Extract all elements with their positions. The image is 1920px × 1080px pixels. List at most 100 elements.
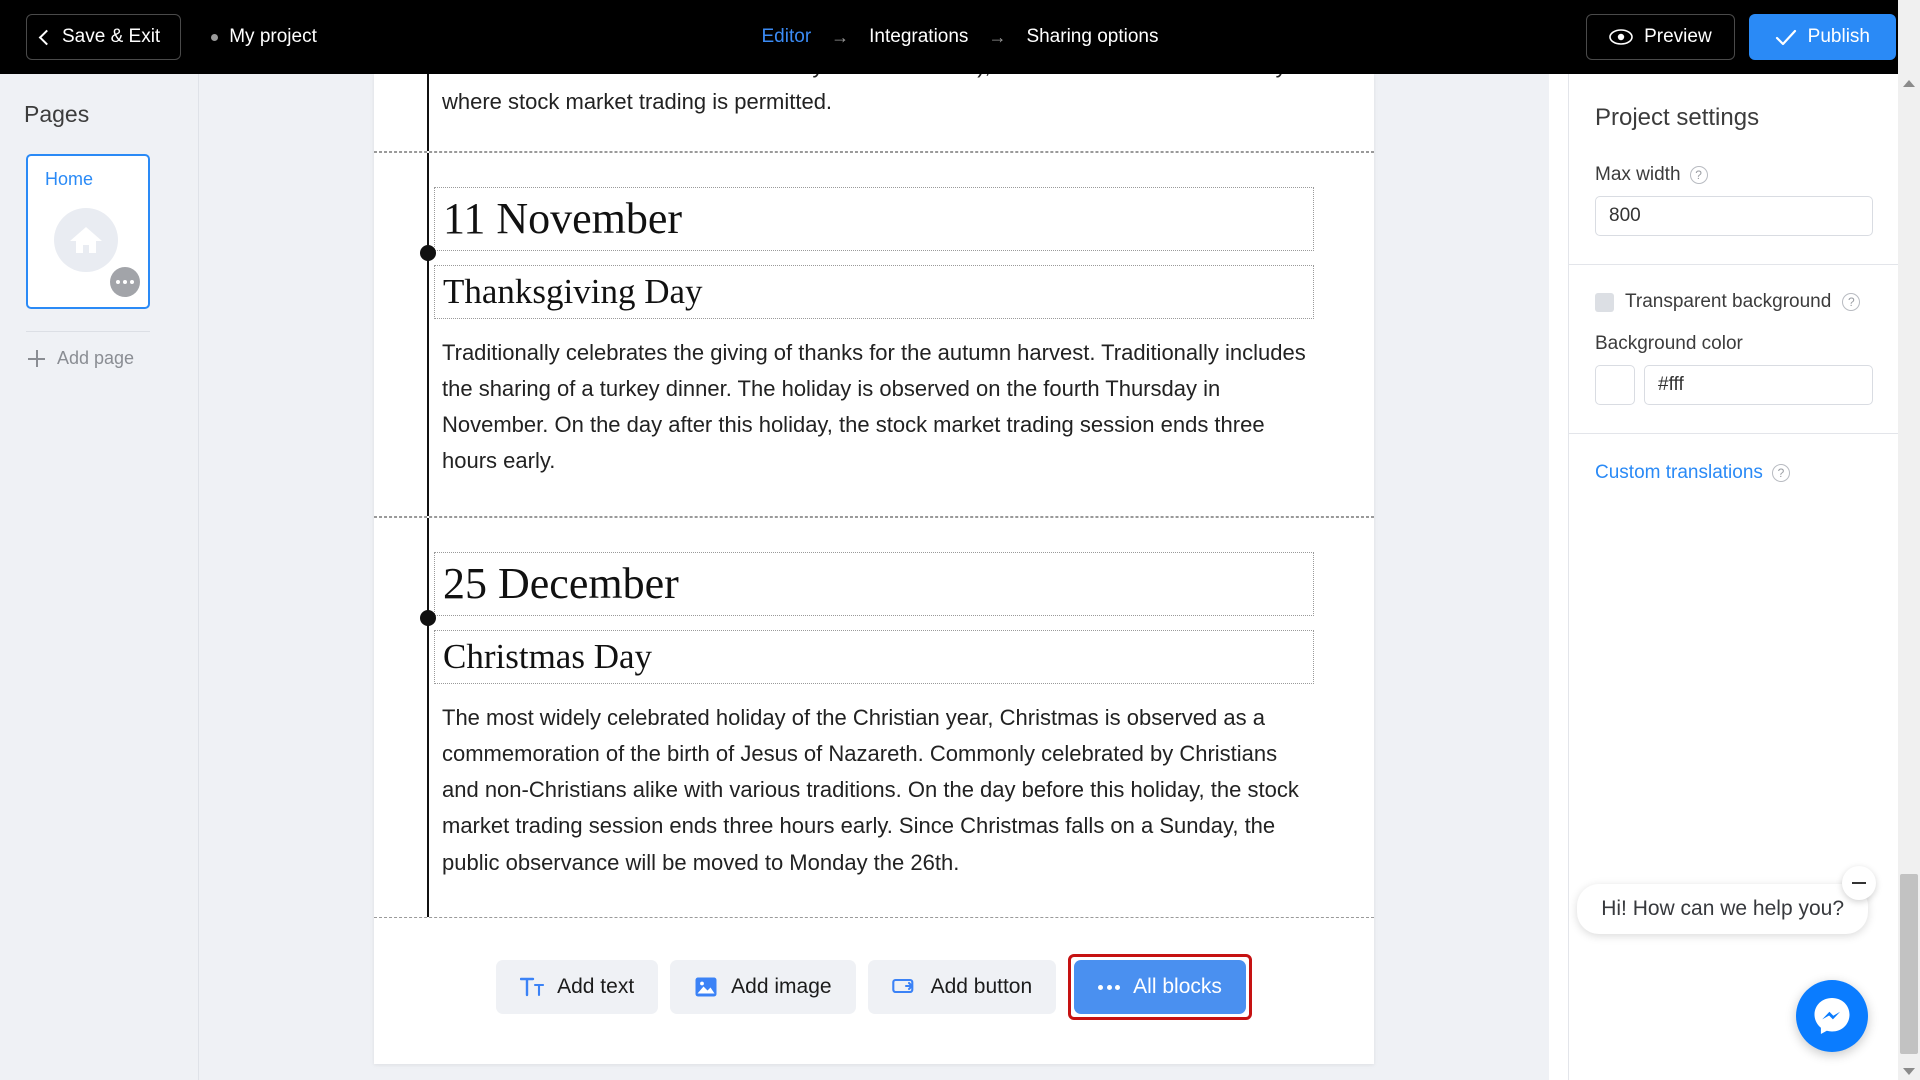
chevron-down-icon — [1903, 1067, 1915, 1075]
add-button-button[interactable]: Add button — [867, 960, 1057, 1015]
page-card-label: Home — [45, 169, 94, 189]
max-width-input[interactable] — [1595, 196, 1873, 236]
breadcrumb-item-integrations[interactable]: Integrations — [869, 26, 968, 48]
add-page-button[interactable]: Add page — [28, 348, 198, 369]
page-canvas: 1918 when the Armistice with Germany wen… — [374, 74, 1374, 1065]
preview-button[interactable]: Preview — [1586, 14, 1735, 60]
chevron-left-icon — [38, 29, 55, 46]
background-color-swatch[interactable] — [1595, 365, 1635, 405]
page-options-button[interactable] — [110, 267, 140, 297]
help-icon[interactable]: ? — [1842, 293, 1861, 311]
home-icon-container — [54, 208, 118, 272]
settings-title: Project settings — [1595, 104, 1760, 131]
page-scrollbar[interactable] — [1898, 74, 1920, 1080]
scrollbar-thumb[interactable] — [1900, 874, 1918, 1054]
settings-divider — [1569, 264, 1898, 265]
breadcrumb-item-editor[interactable]: Editor — [762, 26, 812, 48]
save-and-exit-label: Save & Exit — [62, 26, 161, 47]
preview-label: Preview — [1644, 26, 1712, 47]
ellipsis-dot — [123, 280, 127, 284]
plus-icon — [28, 350, 45, 367]
ellipsis-dot — [1115, 984, 1121, 990]
transparent-background-checkbox[interactable] — [1595, 292, 1614, 312]
check-icon — [1775, 29, 1796, 45]
save-and-exit-button[interactable]: Save & Exit — [26, 14, 182, 60]
background-color-label-row: Background color — [1595, 333, 1898, 355]
messenger-minimize-button[interactable] — [1842, 866, 1876, 900]
page-card-home[interactable]: Home — [26, 154, 150, 309]
ellipsis-dot — [130, 280, 134, 284]
block-title[interactable]: Christmas Day — [434, 629, 1314, 684]
add-block-toolbar: Add text Add image Add button All blocks — [374, 918, 1374, 1065]
sidebar-divider — [26, 331, 150, 332]
chevron-up-icon — [1903, 79, 1915, 87]
minimize-icon — [1852, 882, 1866, 884]
project-name[interactable]: My project — [211, 26, 317, 48]
pages-title: Pages — [24, 101, 90, 127]
add-image-button[interactable]: Add image — [670, 960, 856, 1015]
help-icon[interactable]: ? — [1771, 464, 1790, 482]
messenger-logo-icon — [1814, 998, 1850, 1034]
timeline-bullet-icon — [420, 244, 436, 261]
max-width-label-row: Max width ? — [1595, 164, 1898, 186]
timeline-bullet-icon — [420, 609, 436, 626]
add-text-label: Add text — [557, 975, 635, 999]
block-description[interactable]: Traditionally celebrates the giving of t… — [434, 333, 1314, 482]
ellipsis-icon — [1098, 984, 1121, 990]
block-date[interactable]: 25 December — [434, 551, 1314, 616]
breadcrumb: Editor → Integrations → Sharing options — [762, 26, 1159, 48]
pages-sidebar: Pages Home Add page — [0, 74, 199, 1080]
arrow-right-icon: → — [988, 26, 1007, 47]
block-title[interactable]: Thanksgiving Day — [434, 264, 1314, 319]
background-color-input[interactable] — [1644, 365, 1873, 405]
custom-translations-label: Custom translations — [1595, 462, 1763, 483]
transparent-background-label: Transparent background — [1625, 291, 1832, 312]
help-icon[interactable]: ? — [1689, 166, 1708, 184]
add-image-label: Add image — [731, 975, 832, 999]
image-icon — [695, 977, 717, 997]
ellipsis-dot — [1106, 984, 1112, 990]
all-blocks-button[interactable]: All blocks — [1074, 960, 1246, 1015]
timeline-line — [420, 517, 436, 918]
settings-divider — [1569, 433, 1898, 434]
home-icon — [70, 227, 102, 253]
top-bar-actions: Preview Publish — [1586, 14, 1896, 60]
block-date[interactable]: 11 November — [434, 186, 1314, 251]
add-text-button[interactable]: Add text — [496, 960, 659, 1015]
arrow-right-icon: → — [831, 26, 850, 47]
background-color-label: Background color — [1595, 333, 1743, 354]
timeline-line — [420, 152, 436, 516]
messenger-open-button[interactable] — [1796, 980, 1868, 1052]
content-block-thanksgiving[interactable]: 11 November Thanksgiving Day Traditional… — [374, 151, 1374, 517]
ellipsis-dot — [1098, 984, 1104, 990]
publish-label: Publish — [1807, 26, 1870, 47]
status-dot-icon — [211, 33, 219, 41]
all-blocks-highlight: All blocks — [1068, 954, 1252, 1021]
editor-canvas-area: 1918 when the Armistice with Germany wen… — [199, 74, 1549, 1080]
text-format-icon — [520, 977, 545, 997]
publish-button[interactable]: Publish — [1748, 14, 1896, 60]
block-description[interactable]: 1918 when the Armistice with Germany wen… — [434, 74, 1314, 123]
top-bar-scrollbar-gap — [1898, 0, 1920, 74]
breadcrumb-item-sharing-options[interactable]: Sharing options — [1026, 26, 1158, 48]
content-block-christmas[interactable]: 25 December Christmas Day The most widel… — [374, 516, 1374, 919]
content-block-clipped[interactable]: 1918 when the Armistice with Germany wen… — [374, 74, 1374, 152]
scroll-down-button[interactable] — [1898, 1062, 1920, 1080]
transparent-background-row[interactable]: Transparent background ? — [1595, 291, 1898, 313]
max-width-label: Max width — [1595, 164, 1681, 185]
messenger-widget: Hi! How can we help you? — [1556, 866, 1876, 1056]
timeline-line — [427, 74, 429, 151]
add-page-label: Add page — [57, 348, 135, 368]
block-description[interactable]: The most widely celebrated holiday of th… — [434, 698, 1314, 883]
custom-translations-link[interactable]: Custom translations ? — [1595, 462, 1898, 484]
button-icon — [891, 979, 913, 994]
messenger-greeting-bubble[interactable]: Hi! How can we help you? — [1577, 884, 1868, 934]
messenger-greeting-text: Hi! How can we help you? — [1601, 897, 1844, 920]
background-color-row — [1595, 365, 1898, 405]
project-name-label: My project — [229, 26, 317, 47]
scroll-up-button[interactable] — [1898, 74, 1920, 92]
add-button-label: Add button — [930, 975, 1033, 999]
ellipsis-dot — [116, 280, 120, 284]
eye-icon — [1609, 29, 1633, 45]
top-bar: Save & Exit My project Editor → Integrat… — [0, 0, 1920, 74]
